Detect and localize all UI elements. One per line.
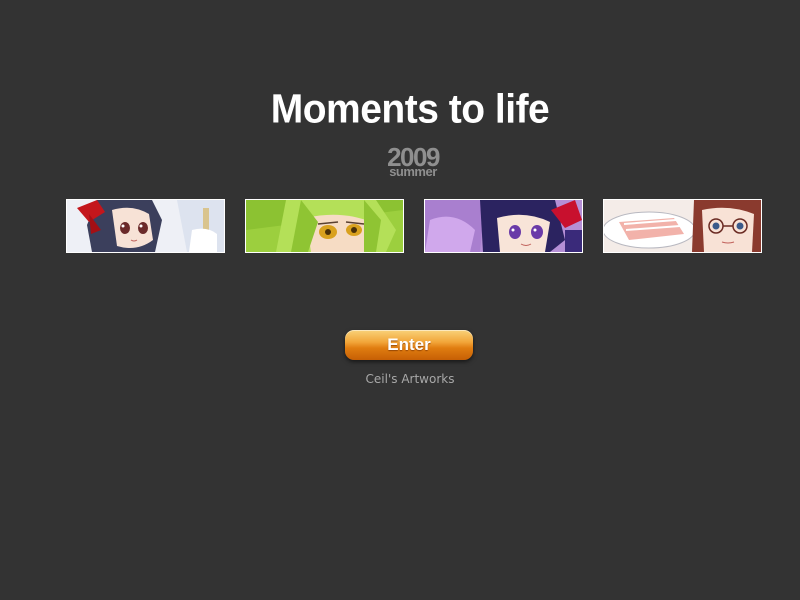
credit-text: Ceil's Artworks	[365, 372, 455, 386]
year-badge: 2009 summer	[383, 144, 443, 179]
gallery-thumbnail-4[interactable]	[603, 199, 762, 253]
enter-button[interactable]: Enter	[345, 330, 473, 360]
gallery-thumbnail-1[interactable]	[66, 199, 225, 253]
anime-girl-green-hair-icon	[246, 200, 403, 252]
anime-girl-glasses-icon	[604, 200, 761, 252]
gallery-thumbnail-3[interactable]	[424, 199, 583, 253]
splash-page: Moments to life 2009 summer Enter Ceil's…	[0, 0, 800, 600]
page-title: Moments to life	[270, 86, 550, 133]
gallery-thumbnail-2[interactable]	[245, 199, 404, 253]
anime-girl-purple-hair-icon	[425, 200, 582, 252]
anime-girl-dark-hair-icon	[67, 200, 224, 252]
season-label: summer	[389, 164, 437, 179]
